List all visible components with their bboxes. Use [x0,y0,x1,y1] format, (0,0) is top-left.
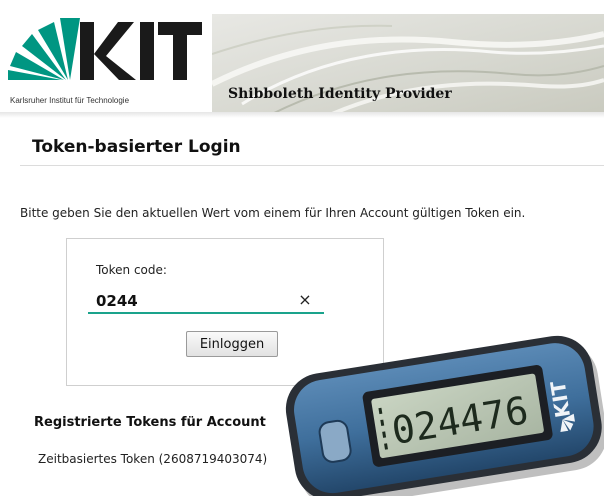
kit-logo: Karlsruher Institut für Technologie [8,16,208,108]
title-divider [20,165,604,166]
close-icon[interactable]: × [296,289,314,311]
token-code-input[interactable] [88,290,324,314]
kit-logo-icon [8,18,202,80]
list-item: Zeitbasiertes Token (2608719403074) [38,452,268,466]
instruction-text: Bitte geben Sie den aktuellen Wert vom e… [20,206,526,220]
login-button[interactable]: Einloggen [186,331,278,357]
logo-subtitle: Karlsruher Institut für Technologie [10,96,130,105]
registered-tokens-heading: Registrierte Tokens für Account [34,415,266,430]
token-code-label: Token code: [96,263,167,277]
header-divider [0,112,604,118]
site-header: Karlsruher Institut für Technologie Shib… [0,0,604,118]
token-device-image: 024476 KIT [285,335,604,496]
page-title: Token-basierter Login [32,137,241,157]
idp-title: Shibboleth Identity Provider [228,86,452,102]
